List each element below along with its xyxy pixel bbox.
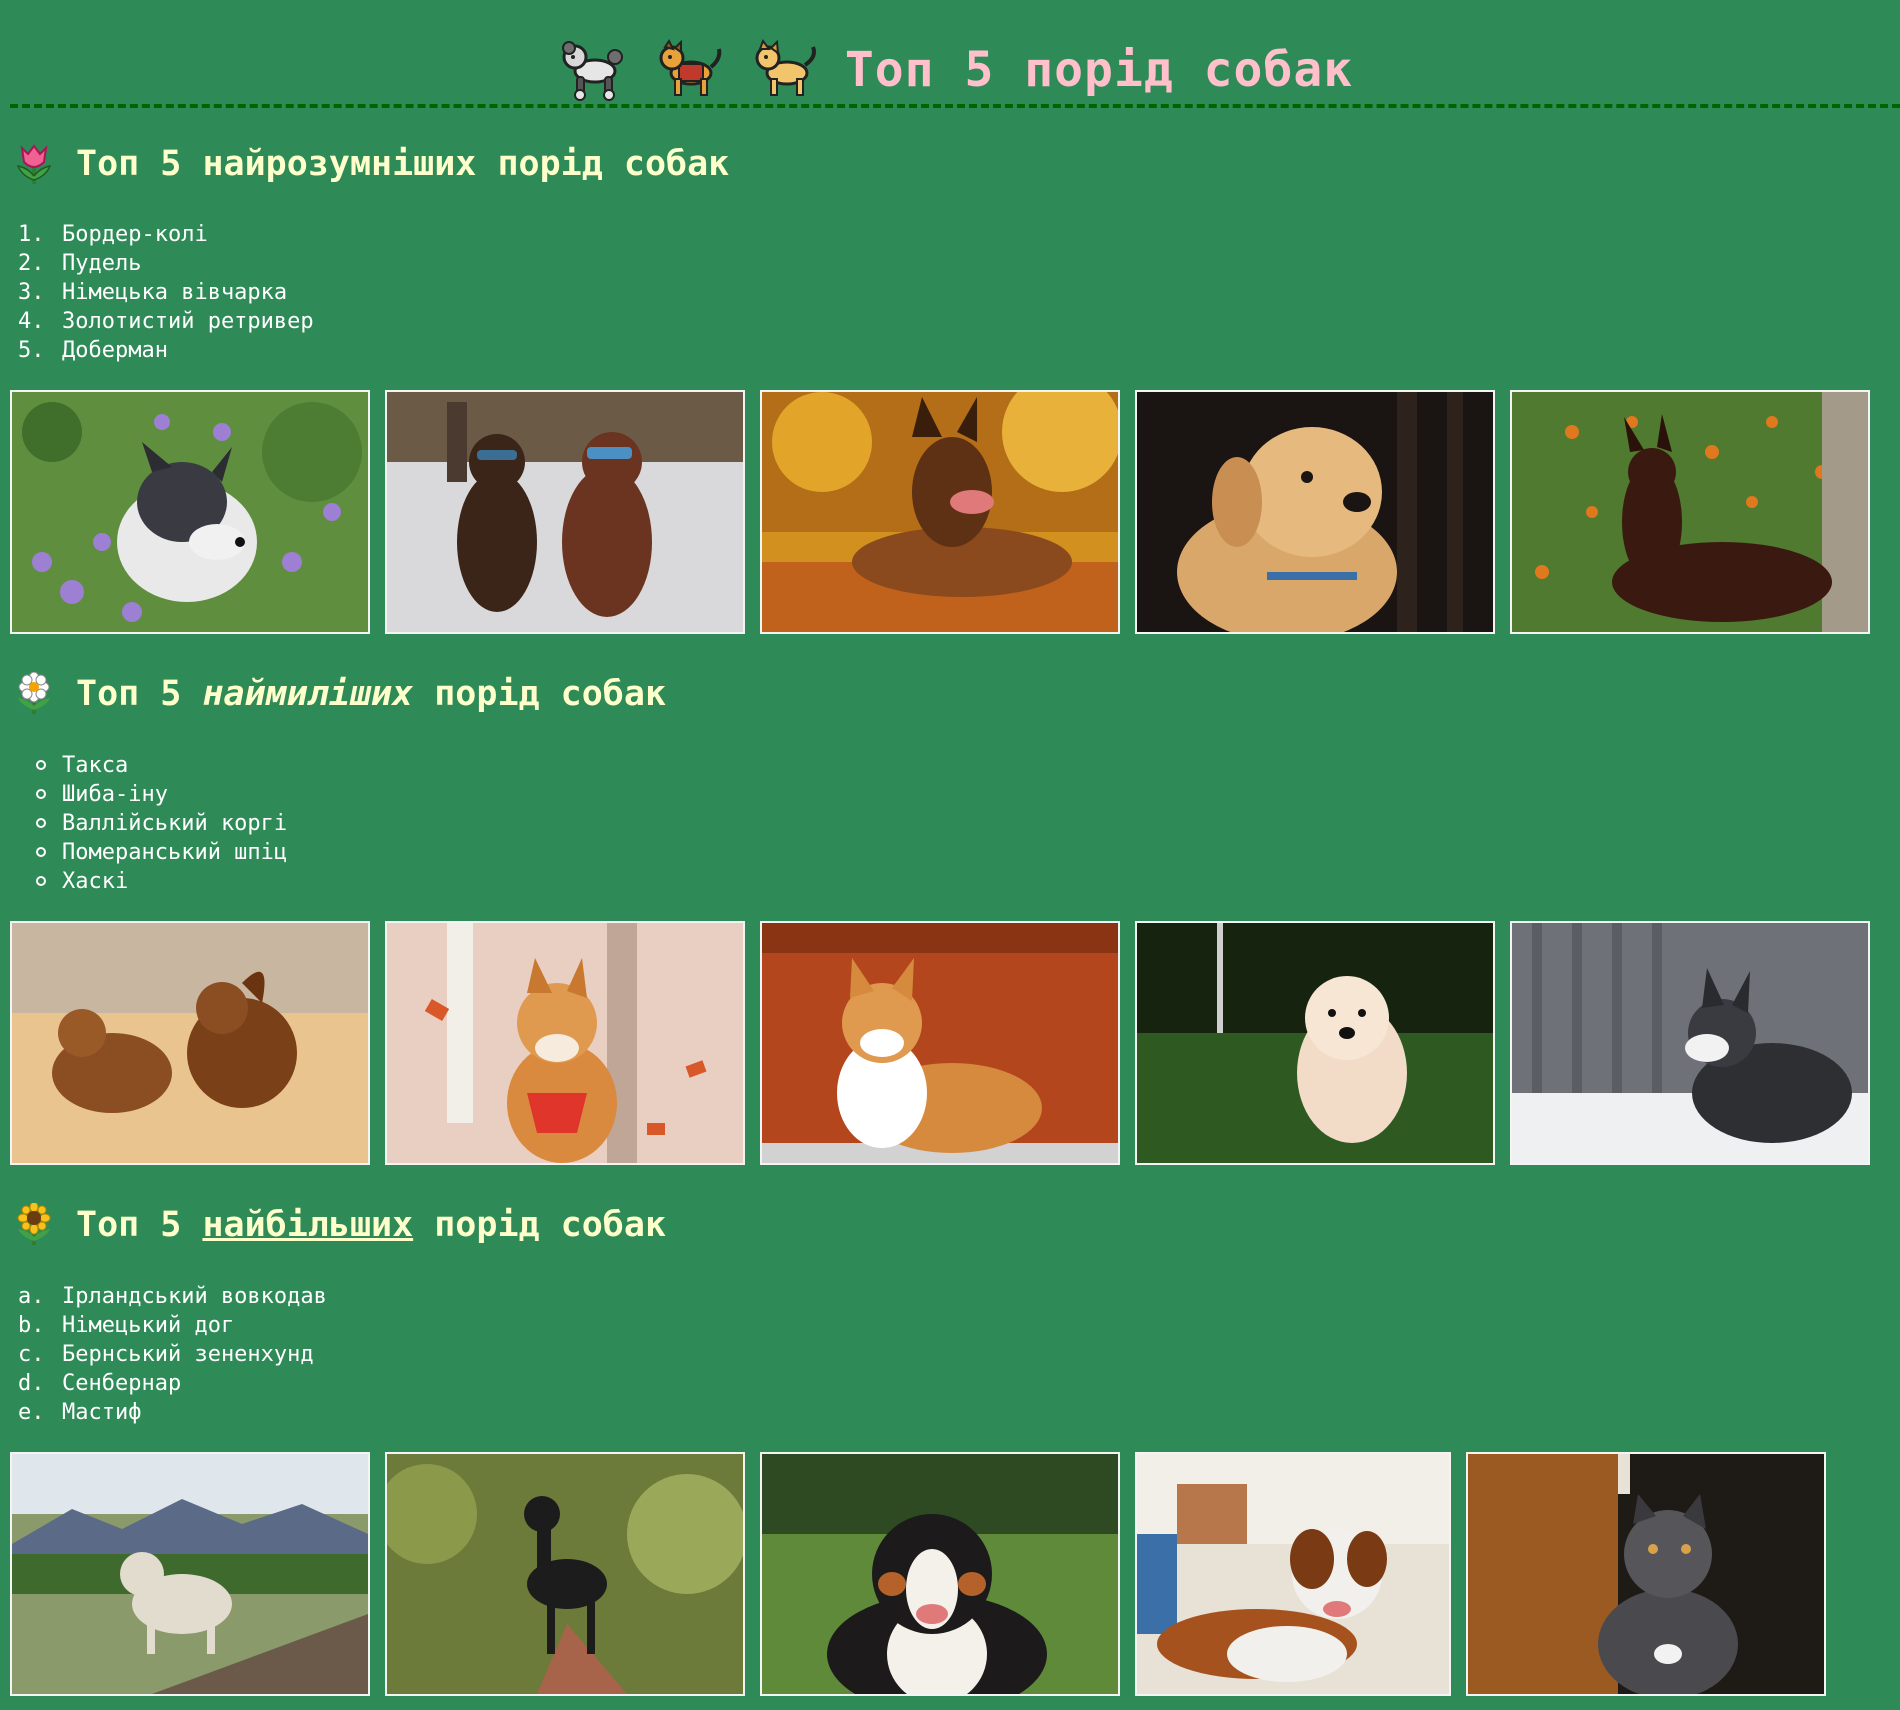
tulip-icon bbox=[14, 142, 54, 186]
list-item: Валлійський коргі bbox=[18, 809, 287, 838]
breed-list: Такса Шиба-іну Валлійський коргі Померан… bbox=[18, 751, 287, 896]
list-item: Хаскі bbox=[18, 867, 287, 896]
pomeranian-photo bbox=[1135, 921, 1495, 1165]
dog-icon bbox=[749, 38, 823, 101]
section-heading: Топ 5 найбільших порід собак bbox=[14, 1201, 666, 1247]
daisy-icon bbox=[14, 671, 54, 716]
list-item: 3. Німецька вівчарка bbox=[18, 280, 288, 305]
breed-list: 1. Бордер-колі 2. Пудель 3. Німецька вівчар… bbox=[18, 220, 314, 365]
section-heading: Топ 5 найрозумніших порід собак bbox=[14, 142, 729, 186]
border-collie-photo bbox=[10, 390, 370, 634]
corgi-photo bbox=[760, 921, 1120, 1165]
heading-highlight: наймиліших bbox=[202, 674, 414, 714]
page-header: Топ 5 порід собак bbox=[10, 36, 1900, 108]
list-item: 5. Доберман bbox=[18, 338, 168, 363]
great-dane-photo bbox=[385, 1452, 745, 1696]
list-item: d. Сенбернар bbox=[18, 1371, 182, 1396]
list-item: b. Німецький дог bbox=[18, 1313, 235, 1338]
list-item: Такса bbox=[18, 751, 287, 780]
list-item: 2. Пудель bbox=[18, 251, 142, 276]
section-heading: Топ 5 наймиліших порід собак bbox=[14, 671, 666, 716]
shiba-inu-photo bbox=[385, 921, 745, 1165]
poodle-photo bbox=[385, 390, 745, 634]
list-item: a. Ірландський вовкодав bbox=[18, 1284, 327, 1309]
list-item: 4. Золотистий ретривер bbox=[18, 309, 314, 334]
doberman-photo bbox=[1510, 390, 1870, 634]
breed-list: a. Ірландський вовкодав b. Німецький дог c… bbox=[18, 1282, 327, 1427]
page-title: Топ 5 порід собак bbox=[844, 42, 1354, 98]
poodle-icon bbox=[557, 39, 631, 101]
sunflower-icon bbox=[14, 1201, 54, 1247]
list-item: 1. Бордер-колі bbox=[18, 222, 208, 247]
dachshund-photo bbox=[10, 921, 370, 1165]
heading-highlight: найрозумніших bbox=[202, 144, 477, 184]
german-shepherd-photo bbox=[760, 390, 1120, 634]
mastiff-photo bbox=[1466, 1452, 1826, 1696]
saint-bernard-photo bbox=[1135, 1452, 1451, 1696]
irish-wolfhound-photo bbox=[10, 1452, 370, 1696]
golden-retriever-photo bbox=[1135, 390, 1495, 634]
heading-highlight: найбільших bbox=[202, 1205, 414, 1245]
list-item: Шиба-іну bbox=[18, 780, 287, 809]
photo-row bbox=[10, 921, 1880, 1165]
bernese-mountain-dog-photo bbox=[760, 1452, 1120, 1696]
list-item: c. Бернський зененхунд bbox=[18, 1342, 314, 1367]
list-item: e. Мастиф bbox=[18, 1400, 142, 1425]
list-item: Померанський шпіц bbox=[18, 838, 287, 867]
photo-row bbox=[10, 1452, 1880, 1696]
photo-row bbox=[10, 390, 1880, 634]
husky-photo bbox=[1510, 921, 1870, 1165]
service-dog-icon bbox=[653, 39, 727, 101]
